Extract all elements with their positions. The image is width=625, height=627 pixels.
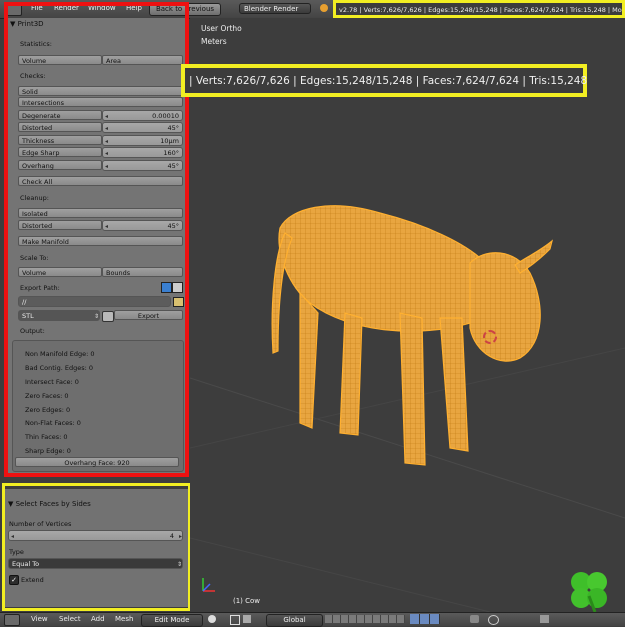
select-mode-buttons[interactable]: [410, 614, 440, 624]
menu-add[interactable]: Add: [91, 615, 105, 623]
manipulator-icon[interactable]: [243, 615, 251, 623]
menu-view[interactable]: View: [31, 615, 48, 623]
axis-gizmo: [202, 578, 215, 592]
scene-stats-highlight: v2.78 | Verts:7,626/7,626 | Edges:15,248…: [333, 0, 625, 18]
3d-cursor-icon[interactable]: [483, 330, 497, 344]
clover-logo-icon: [571, 572, 607, 613]
mode-dropdown[interactable]: Edit Mode: [141, 614, 203, 627]
cow-mesh-wireframe[interactable]: [270, 193, 560, 488]
viewport-editor-type-icon[interactable]: [4, 614, 20, 626]
layer-buttons[interactable]: [325, 615, 405, 623]
render-preview-icon[interactable]: [540, 615, 549, 623]
scene-stats-text: v2.78 | Verts:7,626/7,626 | Edges:15,248…: [339, 6, 622, 14]
proportional-edit-icon[interactable]: [488, 615, 499, 625]
render-engine-label: Blender Render: [244, 5, 299, 13]
render-engine-dropdown[interactable]: Blender Render: [239, 3, 311, 14]
operator-highlight-frame: [2, 483, 191, 611]
viewport-header-bar: View Select Add Mesh Edit Mode Global: [0, 612, 625, 627]
snap-toggle-icon[interactable]: [470, 615, 479, 623]
print3d-highlight-frame: [4, 2, 189, 477]
menu-mesh[interactable]: Mesh: [115, 615, 133, 623]
object-info-label: (1) Cow: [233, 597, 261, 605]
3d-viewport[interactable]: User Ortho Meters | Verts:7,626/7,626 | …: [181, 18, 625, 613]
pivot-point-icon[interactable]: [230, 615, 240, 625]
orientation-dropdown[interactable]: Global: [266, 614, 323, 627]
menu-select[interactable]: Select: [59, 615, 81, 623]
shading-solid-icon[interactable]: [208, 615, 216, 623]
blender-logo-icon: [320, 4, 328, 12]
